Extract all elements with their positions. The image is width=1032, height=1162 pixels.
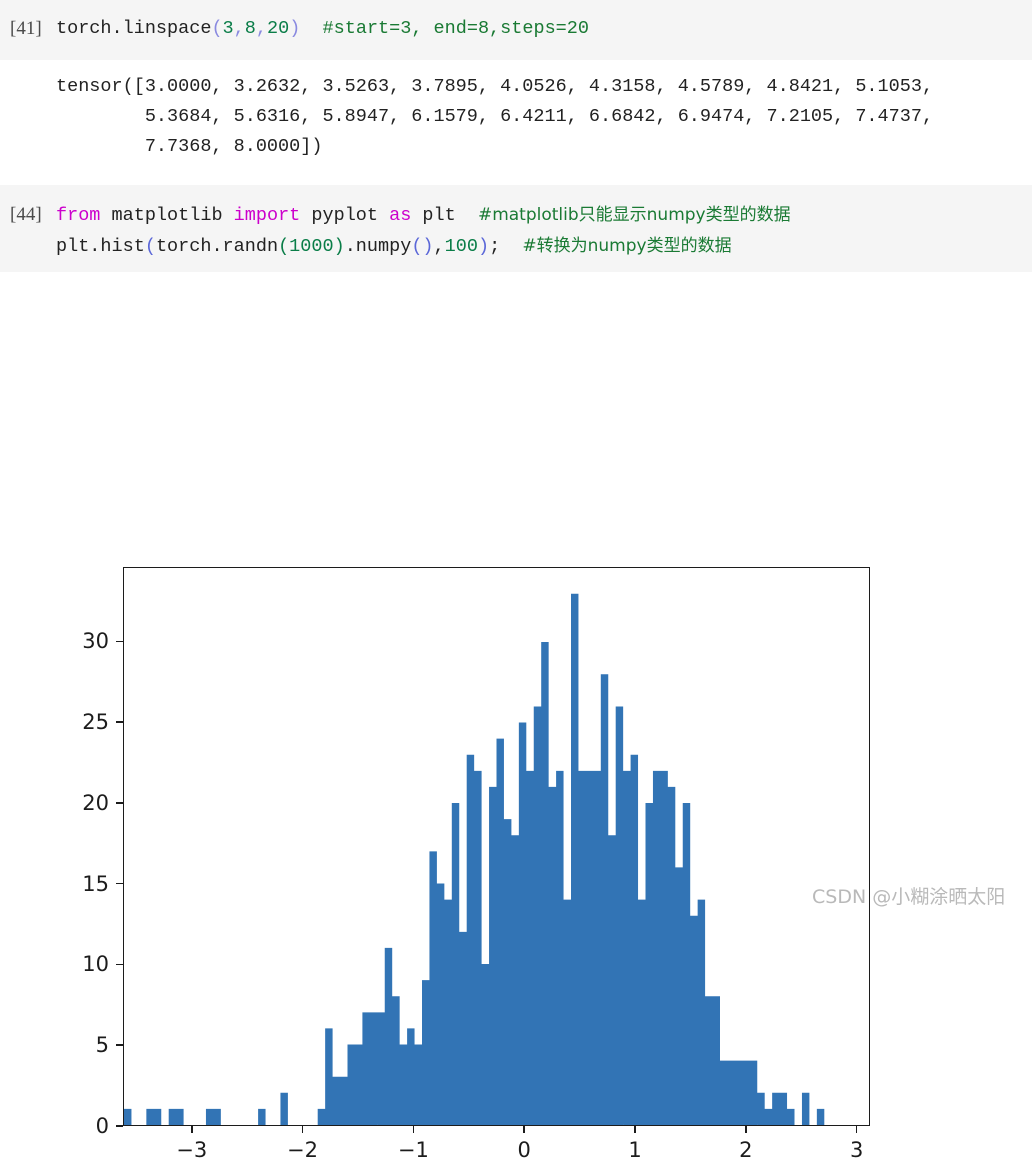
y-axis-tick-mark xyxy=(116,1044,123,1046)
code-token: ) xyxy=(289,18,301,39)
x-axis-tick-label: 3 xyxy=(850,1138,864,1162)
x-axis-tick-mark xyxy=(412,1126,415,1133)
code-number: 1000 xyxy=(289,236,334,257)
x-axis-tick-mark xyxy=(523,1126,525,1133)
code-token: 8 xyxy=(244,18,256,39)
x-axis-tick-label: −3 xyxy=(176,1138,208,1162)
x-axis-tick-label: 2 xyxy=(739,1138,753,1162)
code-cell-input-44[interactable]: [44] from matplotlib import pyplot as pl… xyxy=(0,185,1032,272)
code-keyword: from xyxy=(56,205,101,226)
code-line-41[interactable]: torch.linspace(3,8,20) #start=3, end=8,s… xyxy=(56,14,589,44)
code-line[interactable]: plt.hist(torch.randn(1000).numpy(),100);… xyxy=(56,231,791,262)
output-line: tensor([3.0000, 3.2632, 3.5263, 3.7895, … xyxy=(56,76,934,97)
code-token: , xyxy=(255,18,267,39)
y-axis-tick-mark xyxy=(116,721,123,723)
code-line[interactable]: from matplotlib import pyplot as plt #ma… xyxy=(56,200,791,231)
code-token: () xyxy=(411,236,434,257)
histogram-figure: 0 5 10 15 20 25 30 −3 −2 −1 0 1 2 3 xyxy=(0,272,1032,1162)
tensor-output: tensor([3.0000, 3.2632, 3.5263, 3.7895, … xyxy=(56,72,933,162)
y-axis-tick-mark xyxy=(116,1125,123,1127)
histogram-bars xyxy=(124,593,825,1125)
y-axis-tick-mark xyxy=(116,963,123,966)
code-token: pyplot xyxy=(300,205,390,226)
code-block-44[interactable]: from matplotlib import pyplot as plt #ma… xyxy=(56,200,791,262)
code-comment: #start=3, end=8,steps=20 xyxy=(322,18,589,39)
watermark-label: CSDN @小糊涂晒太阳 xyxy=(812,886,1006,908)
code-comment: #matplotlib只能显示numpy类型的数据 xyxy=(477,205,791,225)
code-token: matplotlib xyxy=(100,205,234,226)
code-token: ( xyxy=(144,236,156,257)
y-axis-tick-label: 20 xyxy=(82,790,109,815)
code-cell-input-41[interactable]: [41] torch.linspace(3,8,20) #start=3, en… xyxy=(0,0,1032,60)
code-token: torch.randn xyxy=(155,236,279,257)
output-line: 5.3684, 5.6316, 5.8947, 6.1579, 6.4211, … xyxy=(56,106,934,127)
x-axis-tick-label: 1 xyxy=(628,1138,642,1162)
code-token: , xyxy=(433,236,445,257)
y-axis-tick-label: 30 xyxy=(82,629,109,654)
y-axis-tick-label: 5 xyxy=(95,1033,109,1058)
x-axis-tick-mark xyxy=(745,1126,747,1133)
y-axis-tick-mark xyxy=(116,802,123,804)
code-cell-output-41: tensor([3.0000, 3.2632, 3.5263, 3.7895, … xyxy=(0,60,1032,185)
y-axis-tick-label: 0 xyxy=(95,1114,109,1138)
code-token: ( xyxy=(278,236,290,257)
code-token: plt xyxy=(411,205,478,226)
y-axis-tick-mark xyxy=(116,640,123,643)
code-token: ; xyxy=(489,236,523,257)
cell-prompt-44: [44] xyxy=(10,204,42,225)
code-token: 20 xyxy=(266,18,290,39)
x-axis-tick-mark xyxy=(855,1126,858,1133)
code-token: 3 xyxy=(222,18,234,39)
code-keyword: import xyxy=(233,205,301,226)
code-token: torch.linspace xyxy=(56,18,212,39)
code-token: ( xyxy=(211,18,223,39)
code-token: plt.hist xyxy=(56,236,145,257)
code-number: 100 xyxy=(444,236,478,257)
code-keyword: as xyxy=(389,205,412,226)
code-comment: #转换为numpy类型的数据 xyxy=(522,236,732,256)
x-axis-tick-mark xyxy=(301,1126,304,1133)
code-token: , xyxy=(233,18,245,39)
y-axis-tick-label: 10 xyxy=(82,952,109,977)
output-line: 7.7368, 8.0000]) xyxy=(56,136,323,157)
histogram-bar-path xyxy=(124,593,825,1125)
x-axis-tick-mark xyxy=(634,1126,636,1133)
cell-prompt-41: [41] xyxy=(10,18,42,39)
x-axis-tick-label: 0 xyxy=(517,1138,531,1162)
y-axis-tick-label: 15 xyxy=(82,871,109,896)
x-axis-tick-mark xyxy=(190,1126,193,1133)
x-axis-tick-label: −2 xyxy=(287,1138,319,1162)
plot-axes xyxy=(123,567,870,1126)
x-axis-tick-label: −1 xyxy=(397,1138,429,1162)
y-axis-tick-label: 25 xyxy=(82,710,109,735)
code-token: .numpy xyxy=(344,236,412,257)
code-token: ) xyxy=(477,236,490,257)
y-axis-tick-mark xyxy=(116,882,123,885)
code-token: ) xyxy=(333,236,345,257)
